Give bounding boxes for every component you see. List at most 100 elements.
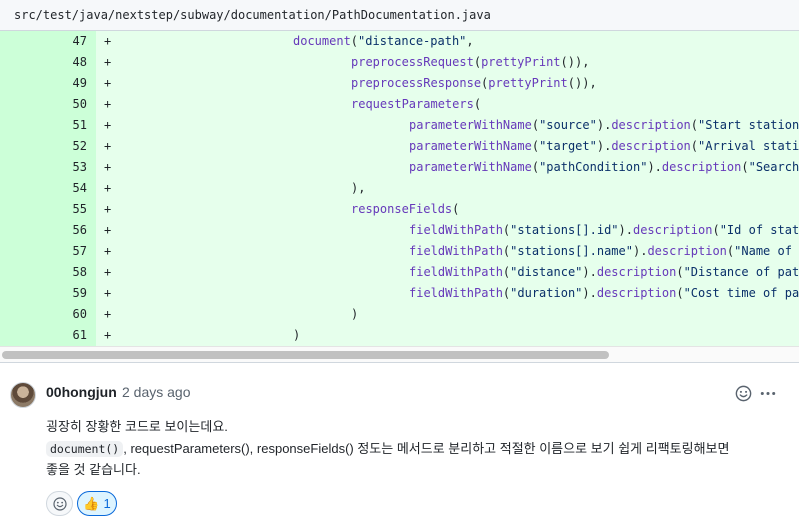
horizontal-scrollbar[interactable] [0,346,799,362]
code-text: fieldWithPath("stations[].name").descrip… [409,241,792,262]
code-string: "distance-path" [358,34,467,48]
code-punct: ( [676,286,684,300]
code-punct: ). [596,118,612,132]
diff-line: 51 + parameterWithName("source").descripti… [0,115,799,136]
code-string: "duration" [510,286,583,300]
diff-line: 56 + fieldWithPath ("stations[].id").descri… [0,220,799,241]
line-number[interactable]: 59 [0,283,96,304]
code-function: preprocessRequest [351,55,474,69]
code-string: "Search [748,160,799,174]
code-punct: ()), [567,76,597,90]
line-number[interactable]: 51 [0,115,96,136]
diff-line: 47 + document("distance-path", [0,31,799,52]
line-number[interactable]: 56 [0,220,96,241]
addition-marker: + [104,265,112,279]
line-number[interactable]: 54 [0,178,96,199]
diff-code-view: 47 + document("distance-path", 48 + preproces… [0,31,799,346]
code-function: fieldWithPath [409,286,503,300]
code-string: "Start station [698,118,799,132]
addition-marker: + [104,244,112,258]
code-text: fieldWithPath("distance").description("D… [409,262,799,283]
code-string: "Arrival stati [698,139,799,153]
diff-line: 53 + parameterWithName("pathCondition").de… [0,157,799,178]
code-function: description [611,118,691,132]
smiley-icon[interactable] [734,384,753,403]
code-function: responseFields [351,202,453,216]
diff-line: 58 + fieldWithPath ("distance").description… [0,262,799,283]
code-function: description [596,286,677,300]
code-punct: ( [712,223,720,237]
line-number[interactable]: 55 [0,199,96,220]
code-text: parameterWithName("source").description(… [409,115,799,136]
diff-line: 50 + requestParameters( [0,94,799,115]
code-punct: ). [582,286,597,300]
reaction-count: 1 [103,496,111,511]
code-punct: ( [690,139,699,153]
code-text: responseFields( [351,199,459,220]
code-text: preprocessResponse(prettyPrint()), [351,73,597,94]
line-number[interactable]: 61 [0,325,96,346]
addition-marker: + [104,286,112,300]
code-function: description [647,244,727,258]
addition-marker: + [104,139,112,153]
avatar[interactable] [10,382,36,408]
code-punct: ( [473,55,482,69]
code-function: description [596,265,677,279]
thumbs-up-reaction[interactable]: 👍 1 [77,491,117,516]
line-number[interactable]: 60 [0,304,96,325]
code-function: prettyPrint [488,76,568,90]
code-text: ), [351,178,365,199]
line-number[interactable]: 48 [0,52,96,73]
code-text: parameterWithName("pathCondition").descr… [409,157,799,178]
file-path: src/test/java/nextstep/subway/documentat… [14,8,491,22]
addition-marker: + [104,55,112,69]
code-function: prettyPrint [481,55,561,69]
line-number[interactable]: 53 [0,157,96,178]
code-function: parameterWithName [409,160,532,174]
code-text: parameterWithName("target").description(… [409,136,799,157]
addition-marker: + [104,160,112,174]
code-function: description [661,160,742,174]
comment-line-1: 굉장히 장황한 코드로 보이는데요. [46,419,228,434]
code-punct: ( [690,118,699,132]
code-function: fieldWithPath [409,244,503,258]
code-punct: ). [647,160,662,174]
line-number[interactable]: 47 [0,31,96,52]
code-text: preprocessRequest(prettyPrint()), [351,52,589,73]
code-text: document("distance-path", [293,31,474,52]
line-number[interactable]: 58 [0,262,96,283]
code-punct: ( [473,97,482,111]
line-number[interactable]: 57 [0,241,96,262]
line-number[interactable]: 49 [0,73,96,94]
code-function: fieldWithPath [409,265,503,279]
code-text: ) [351,304,358,325]
code-punct: ( [350,34,359,48]
line-number[interactable]: 52 [0,136,96,157]
code-string: "pathCondition" [539,160,648,174]
code-punct: ) [293,328,301,342]
code-text: fieldWithPath("duration").description("C… [409,283,799,304]
comment-timestamp[interactable]: 2 days ago [122,384,191,400]
code-punct: ( [531,118,540,132]
code-function: description [611,139,691,153]
comment-line-3: 좋을 것 같습니다. [46,462,141,477]
diff-line: 60 +) [0,304,799,325]
code-string: "stations[].name" [510,244,633,258]
kebab-horizontal-icon[interactable] [758,384,778,403]
code-string: "Id of stat [719,223,799,237]
line-number[interactable]: 50 [0,94,96,115]
addition-marker: + [104,223,112,237]
scrollbar-thumb[interactable] [2,351,609,359]
code-function: fieldWithPath [409,223,503,237]
code-punct: ). [596,139,612,153]
code-punct: ()), [560,55,590,69]
code-punct: ). [618,223,633,237]
inline-code: document() [46,441,124,457]
diff-line: 49 + preprocessResponse(prettyPrint()), [0,73,799,94]
diff-line: 52 + parameterWithName("target").descripti… [0,136,799,157]
comment-author[interactable]: 00hongjun [46,384,117,400]
code-punct: ( [531,160,540,174]
addition-marker: + [104,97,112,111]
diff-line: 54 +), [0,178,799,199]
add-reaction-button[interactable] [46,491,73,516]
